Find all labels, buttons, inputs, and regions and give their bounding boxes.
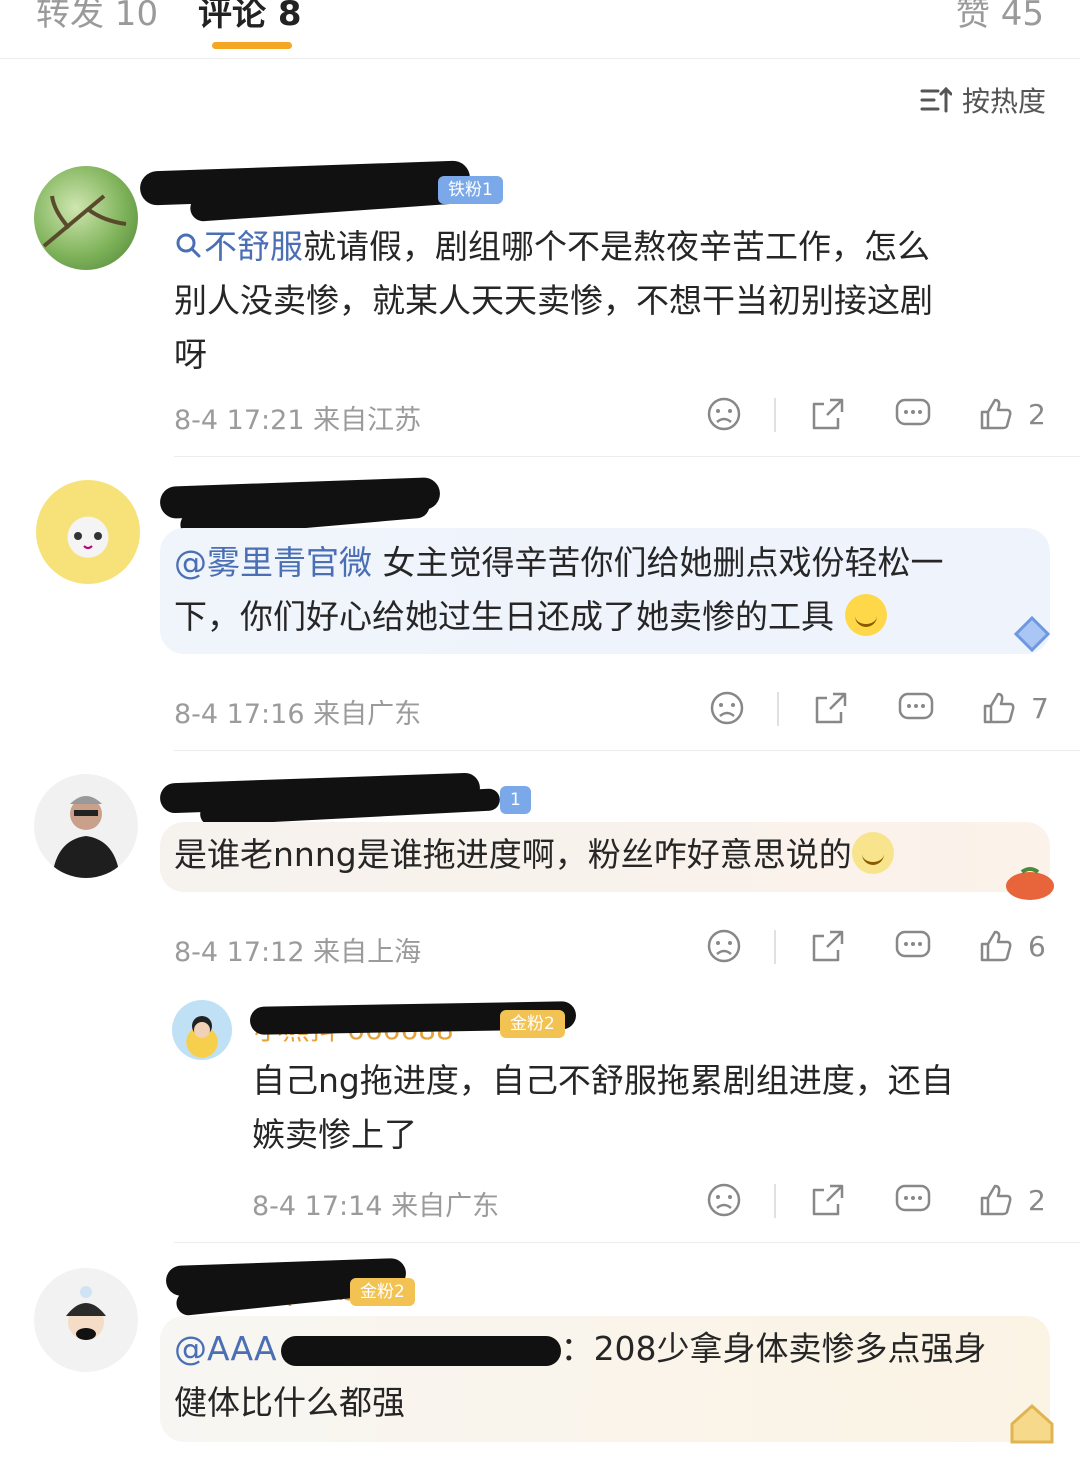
comment-text: @雾里青官微 女主觉得辛苦你们给她删点戏份轻松一 下，你们好心给她过生日还成了她…: [174, 543, 944, 636]
person-avatar-image: [52, 796, 120, 878]
reply-meta: 8-4 17:14 来自广东: [252, 1191, 500, 1222]
sad-face-icon: [707, 397, 741, 431]
like-count: 7: [1031, 691, 1049, 725]
reply-button[interactable]: [894, 396, 932, 432]
diamond-decoration-icon: [1013, 615, 1051, 653]
share-button[interactable]: [810, 1182, 846, 1218]
dislike-button[interactable]: [709, 690, 745, 726]
sort-toggle[interactable]: 按热度: [920, 80, 1046, 120]
like-button[interactable]: 2: [978, 1182, 1046, 1218]
share-icon: [812, 398, 844, 430]
tree-avatar-image: [42, 194, 127, 248]
redacted-mention: [280, 1335, 561, 1366]
avatar[interactable]: [36, 480, 140, 584]
tab-comments[interactable]: 评论 8: [198, 0, 302, 35]
share-icon: [815, 692, 847, 724]
comment-text: 是谁老nnng是谁拖进度啊，粉丝咋好意思说的: [174, 828, 1044, 882]
mention-link[interactable]: @雾里青官微: [174, 543, 372, 582]
sort-label: 按热度: [961, 85, 1046, 118]
sad-face-icon: [707, 1183, 741, 1217]
sad-face-icon: [707, 929, 741, 963]
reply-avatar[interactable]: [172, 1000, 232, 1060]
avatar[interactable]: [34, 1268, 138, 1372]
like-count: 6: [1028, 929, 1046, 963]
share-icon: [812, 930, 844, 962]
reply-text: 自己ng拖进度，自己不舒服拖累剧组进度，还自 嫉卖惨上了: [252, 1061, 954, 1154]
divider: [174, 750, 1080, 751]
comment-meta: 8-4 17:16 来自广东: [174, 699, 422, 730]
thumbs-up-icon: [983, 692, 1015, 724]
comment-icon: [895, 398, 931, 426]
share-button[interactable]: [810, 928, 846, 964]
avatar[interactable]: [34, 774, 138, 878]
dislike-button[interactable]: [706, 928, 742, 964]
comment-icon: [895, 930, 931, 958]
comment-item: 1 是谁老nnng是谁拖进度啊，粉丝咋好意思说的 8-4 17:12 来自上海 …: [0, 766, 1080, 1236]
gold-fan-badge: 金粉2: [350, 1278, 415, 1306]
active-tab-indicator: [212, 42, 292, 49]
comment-meta: 8-4 17:21 来自江苏: [174, 405, 422, 436]
fan-badge: 铁粉1: [438, 176, 503, 204]
comment-item: pciks 金粉2 @AAA：208少拿身体卖惨多点强身 健体比什么都强: [0, 1257, 1080, 1474]
persimmon-decoration-icon: [1006, 867, 1054, 900]
house-decoration-icon: [1010, 1403, 1054, 1444]
dislike-button[interactable]: [706, 1182, 742, 1218]
fan-badge: 1: [500, 786, 531, 814]
sort-icon: [920, 86, 952, 113]
gold-fan-badge: 金粉2: [500, 1010, 565, 1038]
smile-emoji-icon: [844, 594, 887, 636]
thumbs-up-icon: [980, 930, 1012, 962]
comment-meta: 8-4 17:12 来自上海: [174, 937, 422, 968]
like-button[interactable]: 7: [981, 690, 1049, 726]
comment-actions: 2: [700, 396, 1050, 436]
share-button[interactable]: [813, 690, 849, 726]
divider: [174, 1242, 1080, 1243]
comment-actions: 7: [703, 690, 1053, 730]
divider: [174, 456, 1080, 457]
comment-item: 铁粉1 不舒服就请假，剧组哪个不是熬夜辛苦工作，怎么 别人没卖惨，就某人天天卖惨…: [0, 160, 1080, 460]
thumbs-up-icon: [980, 398, 1012, 430]
boy-avatar-image: [66, 1286, 106, 1340]
tab-reposts[interactable]: 转发 10: [36, 0, 158, 35]
like-button[interactable]: 6: [978, 928, 1046, 964]
search-icon: [176, 233, 201, 258]
search-link[interactable]: 不舒服: [174, 227, 303, 266]
tab-bar: 转发 10 评论 8 赞 45: [0, 0, 1080, 59]
dislike-button[interactable]: [706, 396, 742, 432]
mention-link[interactable]: @AAA: [174, 1329, 277, 1368]
sad-face-icon: [710, 691, 744, 725]
cat-avatar-image: [74, 532, 102, 549]
cartoon-avatar-image: [192, 1016, 212, 1038]
like-count: 2: [1028, 1183, 1046, 1217]
laughing-emoji-icon: [851, 832, 894, 874]
like-button[interactable]: 2: [978, 396, 1046, 432]
comment-icon: [898, 692, 934, 720]
like-count: 2: [1028, 397, 1046, 431]
comment-icon: [895, 1184, 931, 1212]
comment-item: @雾里青官微 女主觉得辛苦你们给她删点戏份轻松一 下，你们好心给她过生日还成了她…: [0, 474, 1080, 754]
reply-button[interactable]: [894, 1182, 932, 1218]
tab-likes[interactable]: 赞 45: [956, 0, 1044, 35]
comment-actions: 6: [700, 928, 1050, 968]
comment-text: 不舒服就请假，剧组哪个不是熬夜辛苦工作，怎么 别人没卖惨，就某人天天卖惨，不想干…: [174, 227, 933, 374]
reply-button[interactable]: [894, 928, 932, 964]
reply-actions: 2: [700, 1182, 1050, 1222]
share-button[interactable]: [810, 396, 846, 432]
comment-text: @AAA ：208少拿身体卖惨多点强身 健体比什么都强: [174, 1329, 987, 1422]
avatar[interactable]: [34, 166, 138, 270]
thumbs-up-icon: [980, 1184, 1012, 1216]
share-icon: [812, 1184, 844, 1216]
reply-button[interactable]: [897, 690, 935, 726]
